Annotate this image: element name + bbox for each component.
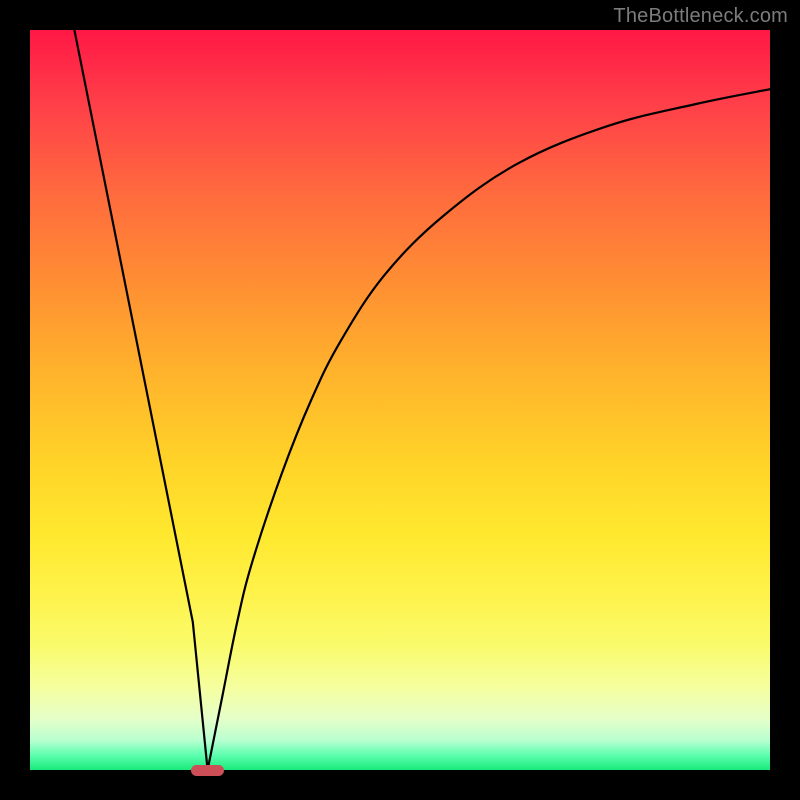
chart-frame: TheBottleneck.com	[0, 0, 800, 800]
bottleneck-curve	[30, 30, 770, 770]
watermark-text: TheBottleneck.com	[613, 5, 788, 28]
plot-area	[30, 30, 770, 770]
minimum-marker	[191, 765, 224, 776]
